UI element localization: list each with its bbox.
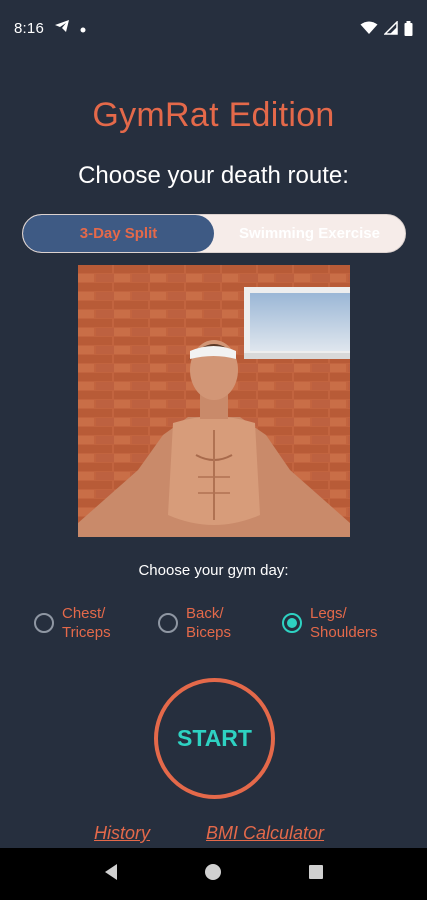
route-segmented-control: 3-Day Split Swimming Exercise [22, 214, 406, 253]
recents-icon[interactable] [308, 864, 324, 885]
history-link[interactable]: History [94, 823, 150, 844]
wifi-icon [360, 21, 378, 35]
radio-label: Chest/ Triceps [62, 605, 111, 641]
radio-button[interactable] [34, 613, 54, 633]
tab-3-day-split[interactable]: 3-Day Split [23, 215, 214, 252]
radio-label: Back/ Biceps [186, 605, 232, 641]
radio-button[interactable] [158, 613, 178, 633]
gym-day-label: Choose your gym day: [138, 562, 289, 579]
home-icon[interactable] [204, 863, 222, 886]
status-bar: 8:16 [0, 0, 427, 56]
system-nav-bar [0, 848, 427, 900]
radio-selected-dot [287, 618, 297, 628]
radio-legs-shoulders[interactable]: Legs/ Shoulders [282, 604, 390, 642]
notification-dot-icon [80, 20, 86, 37]
bmi-calculator-link[interactable]: BMI Calculator [206, 823, 324, 844]
signal-icon [384, 21, 398, 35]
telegram-icon [54, 19, 70, 37]
back-icon[interactable] [103, 863, 119, 886]
workout-photo [78, 265, 350, 537]
radio-back-biceps[interactable]: Back/ Biceps [158, 604, 266, 642]
tab-swimming-exercise[interactable]: Swimming Exercise [214, 215, 405, 252]
radio-chest-triceps[interactable]: Chest/ Triceps [34, 604, 142, 642]
gym-day-radio-group: Chest/ Triceps Back/ Biceps Legs/ Should… [0, 604, 427, 648]
radio-label: Legs/ Shoulders [310, 605, 378, 641]
status-time: 8:16 [14, 19, 44, 37]
battery-icon [404, 20, 413, 36]
start-button[interactable]: START [154, 678, 275, 799]
app-title: GymRat Edition [92, 96, 335, 134]
page-subtitle: Choose your death route: [78, 162, 349, 189]
radio-button[interactable] [282, 613, 302, 633]
